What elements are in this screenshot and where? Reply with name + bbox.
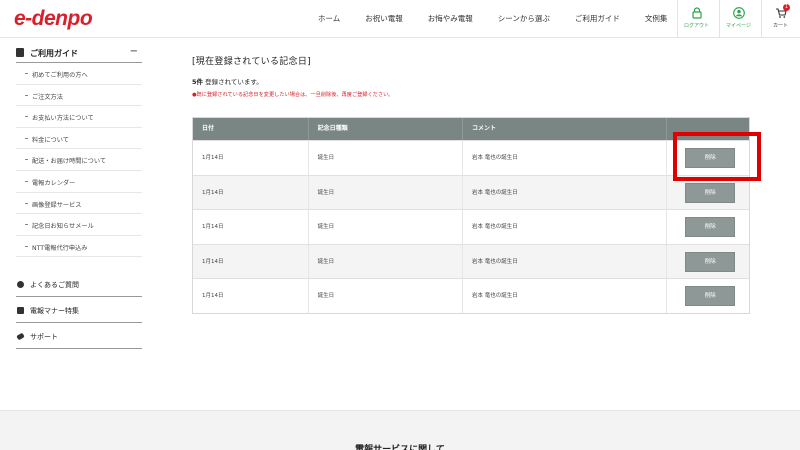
cell-action: 削除 <box>667 245 749 279</box>
cell-action: 削除 <box>667 210 749 244</box>
dash-icon <box>25 73 28 74</box>
cell-date: 1月14日 <box>193 279 309 313</box>
delete-button[interactable]: 削除 <box>685 286 736 307</box>
nav-scene[interactable]: シーンから選ぶ <box>498 13 550 27</box>
delete-button[interactable]: 削除 <box>685 182 736 203</box>
table-header: 日付 記念日種類 コメント <box>193 118 749 140</box>
count-text: 登録されています。 <box>203 78 263 86</box>
dash-icon <box>25 94 28 96</box>
sidebar-group-support[interactable]: サポート <box>16 323 142 349</box>
count-number: 5件 <box>192 78 204 86</box>
sidebar-item-label: お支払い方法について <box>32 115 94 123</box>
cell-date: 1月14日 <box>193 244 309 279</box>
question-icon <box>17 281 24 288</box>
cell-date: 1月14日 <box>193 210 309 244</box>
cell-comment: 岩本 竜也の誕生日 <box>463 141 668 175</box>
sidebar-item[interactable]: 記念日お知らせメール <box>16 214 142 236</box>
sidebar-item[interactable]: 料金について <box>16 128 142 150</box>
dash-icon <box>25 245 28 247</box>
dash-icon <box>25 137 28 139</box>
cart-count-badge: 1 <box>783 4 790 11</box>
sidebar-group-label: よくあるご質問 <box>30 281 79 289</box>
nav-guide[interactable]: ご利用ガイド <box>575 13 620 27</box>
delete-button[interactable]: 削除 <box>685 217 736 238</box>
sidebar-item[interactable]: 初めてご利用の方へ <box>16 63 142 85</box>
nav-home[interactable]: ホーム <box>318 13 340 27</box>
cell-type: 誕生日 <box>309 279 464 313</box>
sidebar-item-label: 料金について <box>32 136 69 144</box>
table-row: 1月14日 誕生日 岩本 竜也の誕生日 削除 <box>193 140 749 175</box>
cell-date: 1月14日 <box>193 175 309 210</box>
sidebar-item[interactable]: 画像登録サービス <box>16 193 142 215</box>
sidebar-item-label: ご注文方法 <box>32 93 63 101</box>
table-row: 1月14日 誕生日 岩本 竜也の誕生日 削除 <box>193 174 749 210</box>
user-icon <box>732 7 745 19</box>
sidebar-title: ご利用ガイド <box>30 49 78 58</box>
notice-text: ●既に登録されている記念日を変更したい場合は、一旦削除後、再度ご登録ください。 <box>192 92 394 98</box>
sidebar-item-label: 記念日お知らせメール <box>32 223 94 231</box>
table-row: 1月14日 誕生日 岩本 竜也の誕生日 削除 <box>193 278 749 313</box>
envelope-icon <box>17 307 24 314</box>
cell-type: 誕生日 <box>309 141 464 175</box>
sidebar-header[interactable]: ご利用ガイド − <box>16 45 142 63</box>
nav-condolence[interactable]: お悔やみ電報 <box>428 13 473 27</box>
page-title: [現在登録されている記念日] <box>192 57 311 67</box>
main-nav: ホーム お祝い電報 お悔やみ電報 シーンから選ぶ ご利用ガイド 文例集 <box>318 13 692 27</box>
cell-date: 1月14日 <box>193 141 309 175</box>
sidebar-group-label: 電報マナー特集 <box>30 307 79 315</box>
nav-samples[interactable]: 文例集 <box>645 13 668 27</box>
cell-comment: 岩本 竜也の誕生日 <box>463 279 668 313</box>
sidebar-item[interactable]: 配送・お届け時間について <box>16 149 142 171</box>
sidebar-item-label: 画像登録サービス <box>32 201 82 209</box>
table-row: 1月14日 誕生日 岩本 竜也の誕生日 削除 <box>193 243 749 279</box>
dash-icon <box>25 202 28 204</box>
logout-button[interactable]: ログアウト <box>677 0 715 38</box>
cell-type: 誕生日 <box>309 210 464 244</box>
sidebar-item[interactable]: ご注文方法 <box>16 85 142 107</box>
guide-sidebar: ご利用ガイド − 初めてご利用の方へ ご注文方法 お支払い方法について 料金につ… <box>16 45 142 258</box>
sidebar-item[interactable]: NTT電報代行申込み <box>16 236 142 258</box>
nav-celebration[interactable]: お祝い電報 <box>365 13 403 27</box>
cart-button[interactable]: 1 カート <box>761 0 799 38</box>
col-comment: コメント <box>463 118 668 140</box>
support-icon <box>16 332 25 341</box>
dash-icon <box>25 159 28 161</box>
cell-comment: 岩本 竜也の誕生日 <box>463 175 668 210</box>
mypage-button[interactable]: マイページ <box>719 0 757 38</box>
cell-type: 誕生日 <box>309 244 464 279</box>
col-date: 日付 <box>193 118 309 140</box>
sidebar-item-label: NTT電報代行申込み <box>32 244 88 252</box>
logout-label: ログアウト <box>683 23 709 29</box>
dash-icon <box>25 116 28 118</box>
sidebar-item-label: 配送・お届け時間について <box>32 158 107 166</box>
cart-label: カート <box>772 23 788 29</box>
sidebar-item-label: 電報カレンダー <box>32 179 76 187</box>
cell-comment: 岩本 竜也の誕生日 <box>463 210 668 244</box>
collapse-icon[interactable]: − <box>130 46 138 57</box>
site-header: e-denpo ホーム お祝い電報 お悔やみ電報 シーンから選ぶ ご利用ガイド … <box>0 0 800 38</box>
sidebar-group-faq[interactable]: よくあるご質問 <box>16 271 142 297</box>
sidebar-item[interactable]: 電報カレンダー <box>16 171 142 193</box>
registered-count: 5件 登録されています。 <box>192 76 263 86</box>
anniversary-table: 日付 記念日種類 コメント 1月14日 誕生日 岩本 竜也の誕生日 削除 1月1… <box>192 117 750 314</box>
sidebar-item[interactable]: お支払い方法について <box>16 106 142 128</box>
cell-type: 誕生日 <box>309 175 464 210</box>
sidebar-group-label: サポート <box>30 333 58 341</box>
footer-title: 電報サービスに関して <box>355 445 445 450</box>
dash-icon <box>25 224 28 226</box>
lock-icon <box>691 7 702 19</box>
delete-button[interactable]: 削除 <box>685 251 736 272</box>
site-logo[interactable]: e-denpo <box>14 7 93 31</box>
highlight-box <box>673 132 761 181</box>
dash-icon <box>25 180 28 182</box>
site-footer: 電報サービスに関して <box>0 410 800 450</box>
table-row: 1月14日 誕生日 岩本 竜也の誕生日 削除 <box>193 209 749 244</box>
book-icon <box>16 48 24 57</box>
mypage-label: マイページ <box>726 23 751 29</box>
cell-comment: 岩本 竜也の誕生日 <box>463 244 668 279</box>
col-type: 記念日種類 <box>309 118 464 140</box>
cell-action: 削除 <box>667 279 749 313</box>
sidebar-item-label: 初めてご利用の方へ <box>32 72 88 79</box>
sidebar-group-manners[interactable]: 電報マナー特集 <box>16 297 142 323</box>
